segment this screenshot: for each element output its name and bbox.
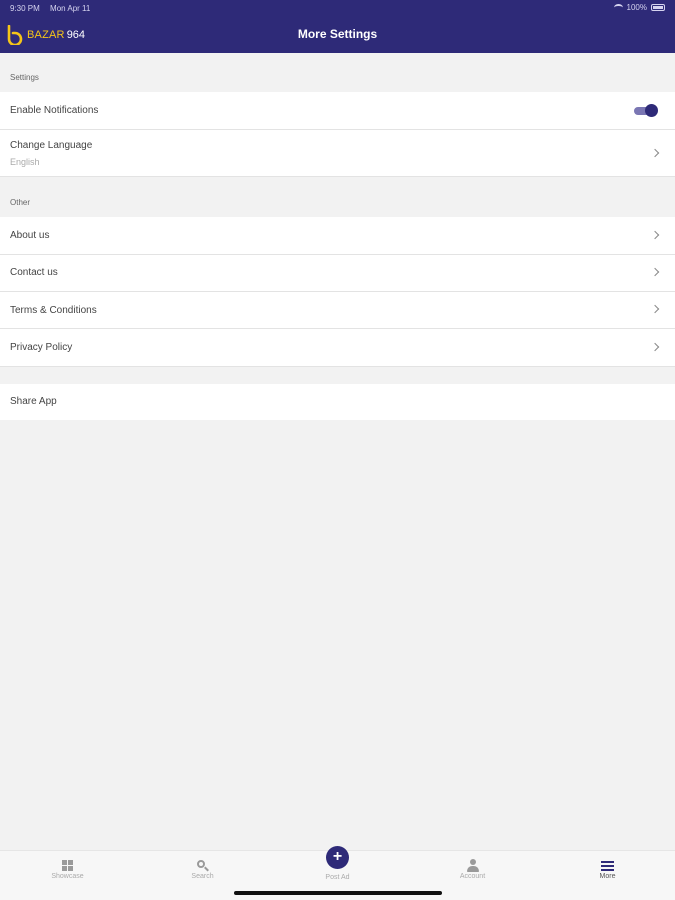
grid-icon	[61, 859, 74, 872]
row-label: Terms & Conditions	[10, 305, 97, 316]
user-icon	[466, 859, 479, 872]
status-left: 9:30 PM Mon Apr 11	[10, 4, 98, 13]
battery-percent: 100%	[626, 3, 647, 12]
status-date: Mon Apr 11	[50, 4, 91, 13]
status-right: 100%	[613, 3, 665, 12]
tab-label: Search	[191, 873, 214, 880]
row-label: Enable Notifications	[10, 105, 99, 116]
status-time: 9:30 PM	[10, 4, 40, 13]
chevron-right-icon	[650, 342, 660, 352]
row-share-app[interactable]: Share App	[0, 384, 675, 420]
tab-label: More	[599, 873, 616, 880]
chevron-right-icon	[650, 267, 660, 277]
row-about-us[interactable]: About us	[0, 217, 675, 255]
page-title: More Settings	[297, 27, 378, 41]
chevron-right-icon	[650, 230, 660, 240]
tab-label: Account	[459, 873, 486, 880]
section-header-other: Other	[10, 198, 31, 207]
notifications-toggle[interactable]	[634, 104, 658, 118]
chevron-right-icon	[650, 304, 660, 314]
chevron-right-icon	[650, 148, 660, 158]
status-bar: 9:30 PM Mon Apr 11 100%	[0, 0, 675, 16]
toggle-thumb	[645, 104, 658, 117]
tab-showcase[interactable]: Showcase	[0, 851, 135, 900]
section-header-settings: Settings	[10, 73, 39, 82]
tab-more[interactable]: More	[540, 851, 675, 900]
tab-label: Post Ad	[325, 874, 350, 881]
row-label: Change Language	[10, 140, 93, 151]
row-change-language[interactable]: Change Language English	[0, 130, 675, 177]
search-icon	[196, 859, 209, 872]
row-enable-notifications: Enable Notifications	[0, 92, 675, 130]
language-value: English	[10, 157, 40, 167]
row-label: Contact us	[10, 267, 58, 278]
row-privacy-policy[interactable]: Privacy Policy	[0, 329, 675, 367]
home-indicator	[234, 891, 442, 895]
row-label: Share App	[10, 396, 57, 407]
battery-icon	[651, 4, 665, 11]
plus-icon: +	[326, 846, 349, 869]
wifi-icon	[613, 4, 623, 11]
tab-label: Showcase	[51, 873, 84, 880]
row-label: About us	[10, 230, 50, 241]
row-terms-conditions[interactable]: Terms & Conditions	[0, 292, 675, 329]
row-label: Privacy Policy	[10, 342, 73, 353]
top-bar: 9:30 PM Mon Apr 11 100% BAZAR 964 More S…	[0, 0, 675, 53]
menu-icon	[601, 859, 614, 872]
row-contact-us[interactable]: Contact us	[0, 255, 675, 292]
